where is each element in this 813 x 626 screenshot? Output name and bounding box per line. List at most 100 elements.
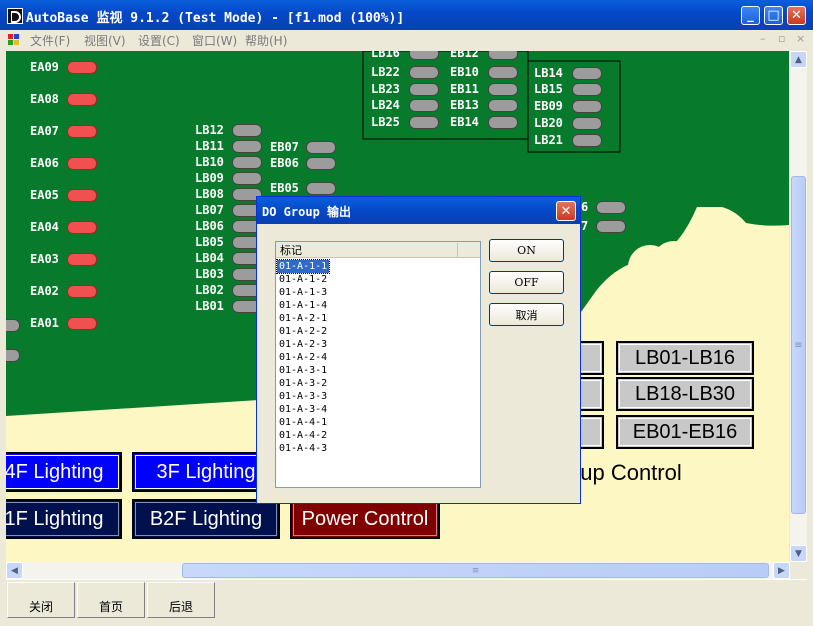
- ea09-indicator[interactable]: [67, 61, 97, 74]
- eb01-eb16-button[interactable]: EB01-EB16: [616, 415, 754, 449]
- scroll-up-icon[interactable]: ▲: [790, 51, 807, 68]
- lb01-label: LB01: [195, 299, 224, 313]
- horizontal-scroll-thumb[interactable]: ≡: [182, 563, 769, 578]
- 1f-lighting-button[interactable]: 1F Lighting: [6, 499, 122, 539]
- eb10-indicator[interactable]: [488, 66, 518, 79]
- lb12-indicator[interactable]: [232, 124, 262, 137]
- menu-window[interactable]: 窗口(W): [192, 32, 237, 49]
- back-button[interactable]: 后退: [147, 582, 215, 618]
- ea01-label: EA01: [30, 316, 59, 330]
- mdi-restore-icon[interactable]: ▫: [778, 32, 785, 45]
- edge-indicator[interactable]: [6, 349, 20, 362]
- vertical-scrollbar[interactable]: ▲ ≡ ▼: [790, 51, 807, 562]
- menu-help[interactable]: 帮助(H): [245, 32, 287, 49]
- lb23-indicator[interactable]: [409, 83, 439, 96]
- list-item[interactable]: 01-A-3-2: [277, 377, 329, 390]
- 4f-lighting-button[interactable]: 4F Lighting: [6, 452, 122, 492]
- dialog-close-button[interactable]: ✕: [556, 201, 576, 221]
- list-item[interactable]: 01-A-1-2: [277, 273, 329, 286]
- document-icon[interactable]: [8, 34, 20, 45]
- eb07-indicator[interactable]: [306, 141, 336, 154]
- lb21-indicator[interactable]: [572, 134, 602, 147]
- lb21-label: LB21: [534, 133, 563, 147]
- eb09-label: EB09: [534, 99, 563, 113]
- list-item[interactable]: 01-A-4-3: [277, 442, 329, 455]
- lb22-indicator[interactable]: [409, 66, 439, 79]
- list-item[interactable]: 01-A-4-2: [277, 429, 329, 442]
- ea08-indicator[interactable]: [67, 93, 97, 106]
- lb18-lb30-button[interactable]: LB18-LB30: [616, 377, 754, 411]
- lb11-indicator[interactable]: [232, 140, 262, 153]
- list-item[interactable]: 01-A-3-1: [277, 364, 329, 377]
- ea03-indicator[interactable]: [67, 253, 97, 266]
- b2f-lighting-button[interactable]: B2F Lighting: [132, 499, 280, 539]
- lb20-indicator[interactable]: [572, 117, 602, 130]
- on-button[interactable]: ON: [489, 239, 564, 262]
- ea02-indicator[interactable]: [67, 285, 97, 298]
- ea06-label: EA06: [30, 156, 59, 170]
- vertical-scroll-thumb[interactable]: ≡: [791, 176, 806, 514]
- close-page-button[interactable]: 关闭: [7, 582, 75, 618]
- scroll-left-icon[interactable]: ◀: [6, 562, 23, 579]
- list-item[interactable]: 01-A-1-3: [277, 286, 329, 299]
- list-item[interactable]: 01-A-2-1: [277, 312, 329, 325]
- partial-indicator[interactable]: [596, 220, 626, 233]
- ea01-indicator[interactable]: [67, 317, 97, 330]
- ea04-indicator[interactable]: [67, 221, 97, 234]
- partial-indicator[interactable]: [596, 201, 626, 214]
- close-button[interactable]: ✕: [787, 6, 806, 25]
- close-icon: ✕: [791, 8, 802, 23]
- app-icon[interactable]: [7, 8, 23, 24]
- power-control-button[interactable]: Power Control: [290, 499, 440, 539]
- lb15-indicator[interactable]: [572, 83, 602, 96]
- list-item[interactable]: 01-A-4-1: [277, 416, 329, 429]
- menu-settings[interactable]: 设置(C): [138, 32, 180, 49]
- ea05-indicator[interactable]: [67, 189, 97, 202]
- lb24-label: LB24: [371, 98, 400, 112]
- list-item[interactable]: 01-A-2-2: [277, 325, 329, 338]
- lb09-indicator[interactable]: [232, 172, 262, 185]
- list-item[interactable]: 01-A-2-4: [277, 351, 329, 364]
- cancel-button[interactable]: 取消: [489, 303, 564, 326]
- eb06-indicator[interactable]: [306, 157, 336, 170]
- home-button[interactable]: 首页: [77, 582, 145, 618]
- list-item[interactable]: 01-A-3-4: [277, 403, 329, 416]
- column-divider[interactable]: [457, 243, 458, 257]
- lb24-indicator[interactable]: [409, 99, 439, 112]
- horizontal-scrollbar[interactable]: ◀ ≡ ▶: [6, 562, 790, 579]
- scroll-down-icon[interactable]: ▼: [790, 545, 807, 562]
- list-item[interactable]: 01-A-1-1: [275, 259, 331, 274]
- eb13-indicator[interactable]: [488, 99, 518, 112]
- ea07-indicator[interactable]: [67, 125, 97, 138]
- lb25-indicator[interactable]: [409, 116, 439, 129]
- eb05-indicator[interactable]: [306, 182, 336, 195]
- edge-indicator[interactable]: [6, 319, 20, 332]
- eb13-label: EB13: [450, 98, 479, 112]
- mdi-minimize-icon[interactable]: –: [760, 32, 766, 45]
- list-column-header[interactable]: [276, 242, 480, 258]
- lb01-lb16-button[interactable]: LB01-LB16: [616, 341, 754, 375]
- eb12-label: EB12: [450, 51, 479, 60]
- eb07-label: EB07: [270, 140, 299, 154]
- off-button[interactable]: OFF: [489, 271, 564, 294]
- menu-view[interactable]: 视图(V): [84, 32, 126, 49]
- ea06-indicator[interactable]: [67, 157, 97, 170]
- mdi-close-icon[interactable]: ×: [796, 32, 805, 45]
- eb14-indicator[interactable]: [488, 116, 518, 129]
- lb03-label: LB03: [195, 267, 224, 281]
- list-item[interactable]: 01-A-1-4: [277, 299, 329, 312]
- eb12-indicator[interactable]: [488, 51, 518, 60]
- minimize-button[interactable]: _: [741, 6, 760, 25]
- lb10-indicator[interactable]: [232, 156, 262, 169]
- list-item[interactable]: 01-A-2-3: [277, 338, 329, 351]
- scroll-right-icon[interactable]: ▶: [773, 562, 790, 579]
- lb16-indicator[interactable]: [409, 51, 439, 60]
- menu-file[interactable]: 文件(F): [30, 32, 70, 49]
- maximize-button[interactable]: □: [764, 6, 783, 25]
- eb09-indicator[interactable]: [572, 100, 602, 113]
- list-item[interactable]: 01-A-3-3: [277, 390, 329, 403]
- lb05-label: LB05: [195, 235, 224, 249]
- eb14-label: EB14: [450, 115, 479, 129]
- eb11-indicator[interactable]: [488, 83, 518, 96]
- lb14-indicator[interactable]: [572, 67, 602, 80]
